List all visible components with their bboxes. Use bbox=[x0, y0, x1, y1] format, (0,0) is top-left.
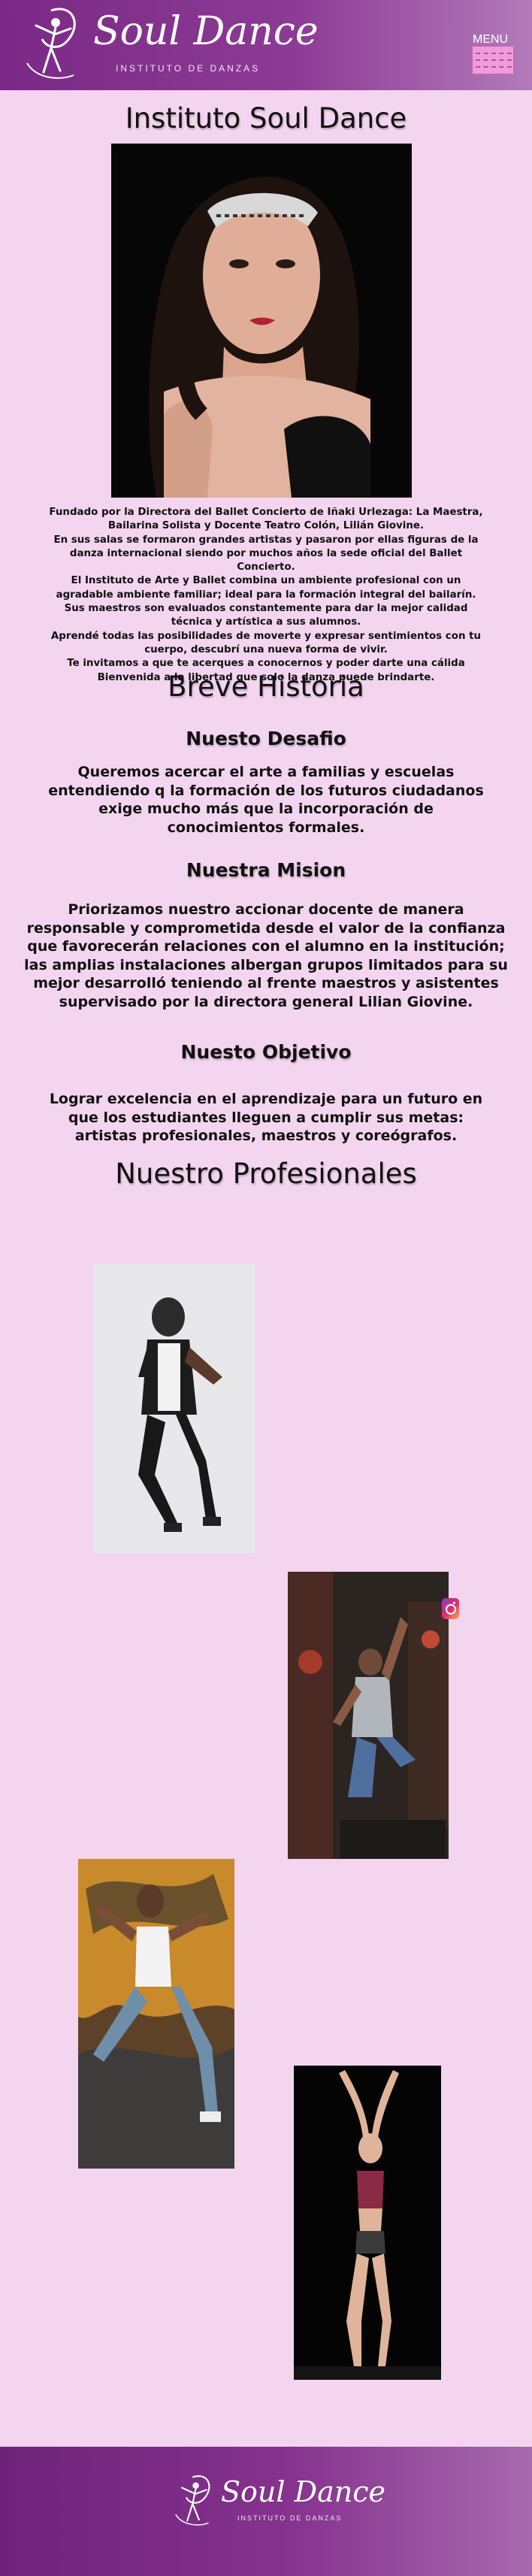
intro-paragraph: En sus salas se formaron grandes artista… bbox=[53, 534, 479, 574]
site-footer: Soul Dance INSTITUTO DE DANZAS bbox=[0, 2447, 532, 2576]
instagram-icon[interactable] bbox=[442, 1598, 459, 1619]
mission-title: Nuestra Mision bbox=[186, 859, 346, 881]
history-title: Breve Historia bbox=[168, 670, 364, 703]
professional-photo bbox=[93, 1264, 255, 1553]
intro-paragraph: El Instituto de Arte y Ballet combina un… bbox=[56, 575, 476, 601]
professional-photo bbox=[78, 1859, 234, 2169]
footer-logo[interactable]: Soul Dance INSTITUTO DE DANZAS bbox=[171, 2469, 385, 2541]
menu-label: MENU bbox=[473, 33, 509, 46]
header-logo[interactable]: Soul Dance INSTITUTO DE DANZAS bbox=[21, 3, 319, 87]
objective-title: Nuesto Objetivo bbox=[180, 1041, 352, 1063]
challenge-text: Queremos acercar el arte a familias y es… bbox=[48, 764, 484, 836]
professional-photo bbox=[294, 2066, 441, 2380]
dancer-logo-icon bbox=[26, 8, 76, 79]
intro-paragraph: Sus maestros son evaluados constantement… bbox=[64, 603, 468, 628]
mission-text: Priorizamos nuestro accionar docente de … bbox=[24, 901, 508, 1010]
footer-logo-text: Soul Dance bbox=[221, 2475, 385, 2508]
site-header: Soul Dance INSTITUTO DE DANZAS MENU bbox=[0, 0, 532, 90]
professionals-title: Nuestro Profesionales bbox=[115, 1158, 417, 1190]
hamburger-menu-icon[interactable] bbox=[472, 46, 514, 74]
dancer-logo-icon bbox=[175, 2475, 210, 2526]
header-logo-subtitle: INSTITUTO DE DANZAS bbox=[116, 63, 261, 74]
director-portrait bbox=[111, 144, 412, 498]
header-logo-text: Soul Dance bbox=[93, 9, 319, 54]
footer-logo-subtitle: INSTITUTO DE DANZAS bbox=[237, 2514, 343, 2522]
professional-photo bbox=[288, 1572, 449, 1859]
intro-paragraph: Fundado por la Directora del Ballet Conc… bbox=[49, 507, 483, 532]
challenge-title: Nuesto Desafio bbox=[186, 728, 346, 749]
page-title: Instituto Soul Dance bbox=[125, 102, 407, 135]
intro-text: Fundado por la Directora del Ballet Conc… bbox=[47, 506, 485, 685]
objective-text: Lograr excelencia en el aprendizaje para… bbox=[49, 1091, 483, 1144]
intro-paragraph: Aprendé todas las posibilidades de mover… bbox=[50, 630, 482, 655]
